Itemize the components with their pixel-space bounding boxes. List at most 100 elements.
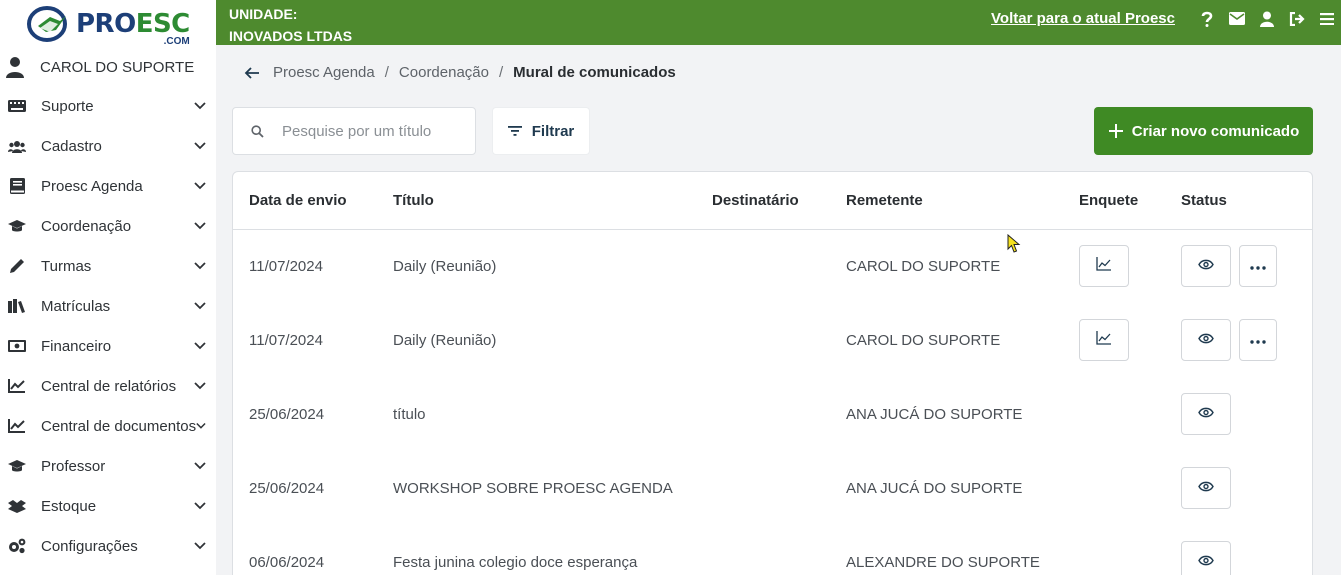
line-chart-icon: [8, 418, 26, 434]
top-bar: UNIDADE: INOVADOS LTDAS Voltar para o at…: [216, 0, 1341, 45]
sidebar-item-configuracoes[interactable]: Configurações: [0, 526, 216, 566]
chevron-down-icon[interactable]: [194, 302, 206, 310]
chevron-down-icon[interactable]: [194, 222, 206, 230]
announcements-table: Data de envio Título Destinatário Remete…: [232, 171, 1313, 575]
chevron-down-icon[interactable]: [194, 542, 206, 550]
view-button[interactable]: [1181, 467, 1231, 509]
sidebar: PROESC .COM CAROL DO SUPORTE Suporte Cada…: [0, 0, 216, 575]
chevron-down-icon[interactable]: [194, 382, 206, 390]
cell-date: 11/07/2024: [249, 258, 323, 275]
cell-title: Daily (Reunião): [393, 332, 497, 349]
table-row: 25/06/2024 WORKSHOP SOBRE PROESC AGENDA AN…: [233, 452, 1312, 526]
sidebar-item-label: Professor: [41, 457, 106, 475]
filter-label: Filtrar: [531, 122, 575, 140]
view-button[interactable]: [1181, 541, 1231, 575]
more-options-button[interactable]: [1239, 245, 1277, 287]
sidebar-item-label: Central de relatórios: [41, 377, 177, 395]
back-arrow-icon[interactable]: [244, 66, 260, 80]
cell-sender: ANA JUCÁ DO SUPORTE: [846, 480, 1023, 497]
chevron-down-icon[interactable]: [194, 502, 206, 510]
eye-icon: [1198, 479, 1214, 497]
graduation-cap-icon: [8, 458, 26, 474]
cell-title: título: [393, 406, 426, 423]
chevron-down-icon[interactable]: [194, 342, 206, 350]
cell-sender: CAROL DO SUPORTE: [846, 332, 1001, 349]
sidebar-menu: Suporte Cadastro Proesc Agenda Coordenação T…: [0, 86, 216, 566]
filter-button[interactable]: Filtrar: [492, 107, 590, 155]
cell-date: 06/06/2024: [249, 554, 325, 571]
help-icon[interactable]: [1199, 11, 1215, 27]
sidebar-item-turmas[interactable]: Turmas: [0, 246, 216, 286]
sidebar-item-matriculas[interactable]: Matrículas: [0, 286, 216, 326]
cell-sender: ALEXANDRE DO SUPORTE: [846, 554, 1040, 571]
sidebar-item-central-de-documentos[interactable]: Central de documentos: [0, 406, 216, 446]
chevron-down-icon[interactable]: [194, 142, 206, 150]
eye-icon: [1198, 553, 1214, 571]
sidebar-item-label: Central de documentos: [41, 417, 197, 435]
poll-chart-button[interactable]: [1079, 319, 1129, 361]
chevron-down-icon[interactable]: [196, 422, 206, 430]
cell-date: 25/06/2024: [249, 480, 325, 497]
sidebar-item-label: Coordenação: [41, 217, 132, 235]
profile-icon[interactable]: [1259, 11, 1275, 27]
filter-icon: [507, 126, 522, 136]
eye-icon: [1198, 405, 1214, 423]
sidebar-item-financeiro[interactable]: Financeiro: [0, 326, 216, 366]
logo-mark-icon: [27, 6, 67, 42]
mail-icon[interactable]: [1229, 11, 1245, 27]
sidebar-item-label: Matrículas: [41, 297, 111, 315]
table-row: 11/07/2024 Daily (Reunião) CAROL DO SUPORT…: [233, 230, 1312, 304]
logo-wordmark: PROESC .COM: [76, 9, 191, 47]
back-to-proesc-link[interactable]: Voltar para o atual Proesc: [991, 10, 1175, 27]
graduation-cap-icon: [8, 218, 26, 234]
poll-chart-button[interactable]: [1079, 245, 1129, 287]
logout-icon[interactable]: [1289, 11, 1305, 27]
chevron-down-icon[interactable]: [194, 262, 206, 270]
sidebar-item-label: Financeiro: [41, 337, 112, 355]
boxes-icon: [8, 498, 26, 514]
eye-icon: [1198, 331, 1214, 349]
col-status: Status: [1181, 192, 1227, 209]
plus-icon: [1108, 124, 1123, 138]
user-icon: [6, 57, 24, 78]
logo-suffix: .COM: [163, 36, 190, 47]
logo-text-esc: ESC: [135, 9, 191, 39]
line-chart-icon: [1096, 330, 1112, 350]
table-row: 25/06/2024 título ANA JUCÁ DO SUPORTE: [233, 378, 1312, 452]
create-label: Criar novo comunicado: [1131, 122, 1300, 140]
money-icon: [8, 338, 26, 354]
unit-name: INOVADOS LTDAS: [229, 28, 353, 44]
create-announcement-button[interactable]: Criar novo comunicado: [1094, 107, 1313, 155]
cell-title: Festa junina colegio doce esperança: [393, 554, 638, 571]
unit-info: UNIDADE: INOVADOS LTDAS: [229, 0, 352, 44]
more-options-button[interactable]: [1239, 319, 1277, 361]
breadcrumb: Proesc Agenda / Coordenação / Mural de c…: [244, 64, 676, 81]
ellipsis-icon: [1250, 331, 1266, 349]
view-button[interactable]: [1181, 319, 1231, 361]
chevron-down-icon[interactable]: [194, 182, 206, 190]
search-icon: [251, 124, 264, 138]
cell-sender: ANA JUCÁ DO SUPORTE: [846, 406, 1023, 423]
line-chart-icon: [1096, 256, 1112, 276]
chevron-down-icon[interactable]: [194, 462, 206, 470]
menu-icon[interactable]: [1319, 11, 1335, 27]
sidebar-item-estoque[interactable]: Estoque: [0, 486, 216, 526]
breadcrumb-coordenacao[interactable]: Coordenação: [399, 64, 489, 81]
proesc-logo[interactable]: PROESC .COM: [0, 0, 216, 48]
sidebar-item-central-de-relatorios[interactable]: Central de relatórios: [0, 366, 216, 406]
sidebar-item-coordenacao[interactable]: Coordenação: [0, 206, 216, 246]
user-profile[interactable]: CAROL DO SUPORTE: [0, 48, 216, 86]
sidebar-item-label: Proesc Agenda: [41, 177, 143, 195]
view-button[interactable]: [1181, 393, 1231, 435]
chevron-down-icon[interactable]: [194, 102, 206, 110]
col-date: Data de envio: [249, 192, 347, 209]
breadcrumb-proesc-agenda[interactable]: Proesc Agenda: [273, 64, 375, 81]
sidebar-item-professor[interactable]: Professor: [0, 446, 216, 486]
search-box[interactable]: [232, 107, 476, 155]
sidebar-item-suporte[interactable]: Suporte: [0, 86, 216, 126]
search-input[interactable]: [282, 122, 462, 140]
sidebar-item-cadastro[interactable]: Cadastro: [0, 126, 216, 166]
col-sender: Remetente: [846, 192, 923, 209]
sidebar-item-proesc-agenda[interactable]: Proesc Agenda: [0, 166, 216, 206]
view-button[interactable]: [1181, 245, 1231, 287]
